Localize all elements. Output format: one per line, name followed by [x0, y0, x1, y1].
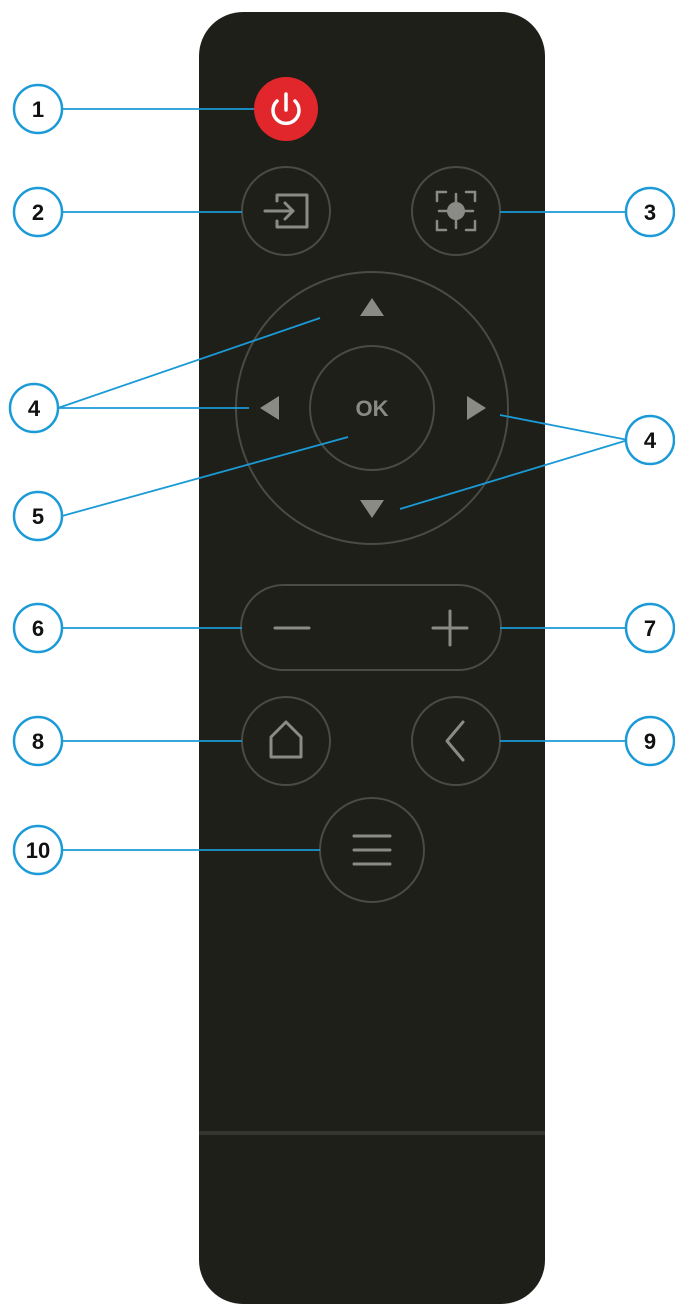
- callout-number: 2: [32, 200, 44, 225]
- callout-number: 5: [32, 504, 44, 529]
- callout-number: 3: [644, 200, 656, 225]
- remote-body: [199, 12, 545, 1304]
- callout-power: 1: [12, 83, 64, 135]
- callout-number: 6: [32, 616, 44, 641]
- callout-number: 8: [32, 729, 44, 754]
- callout-number: 4: [28, 396, 41, 421]
- ok-label: OK: [356, 396, 389, 421]
- callout-number: 10: [26, 838, 50, 863]
- callout-number: 9: [644, 729, 656, 754]
- focus-icon-center: [447, 202, 465, 220]
- power-button[interactable]: [254, 77, 318, 141]
- callout-direction-right: 4: [624, 414, 675, 466]
- callout-number: 1: [32, 97, 44, 122]
- callout-back: 9: [624, 715, 675, 767]
- callout-direction-left: 4: [8, 382, 60, 434]
- remote-control-diagram: OK 1 2 3 4 4 5 6 7 8 9 10: [8, 12, 675, 1304]
- callout-focus: 3: [624, 186, 675, 238]
- callout-volume-down: 6: [12, 602, 64, 654]
- callout-number: 7: [644, 616, 656, 641]
- callout-number: 4: [644, 428, 657, 453]
- callout-home: 8: [12, 715, 64, 767]
- callout-input: 2: [12, 186, 64, 238]
- callout-volume-up: 7: [624, 602, 675, 654]
- callout-menu: 10: [12, 824, 64, 876]
- callout-ok: 5: [12, 490, 64, 542]
